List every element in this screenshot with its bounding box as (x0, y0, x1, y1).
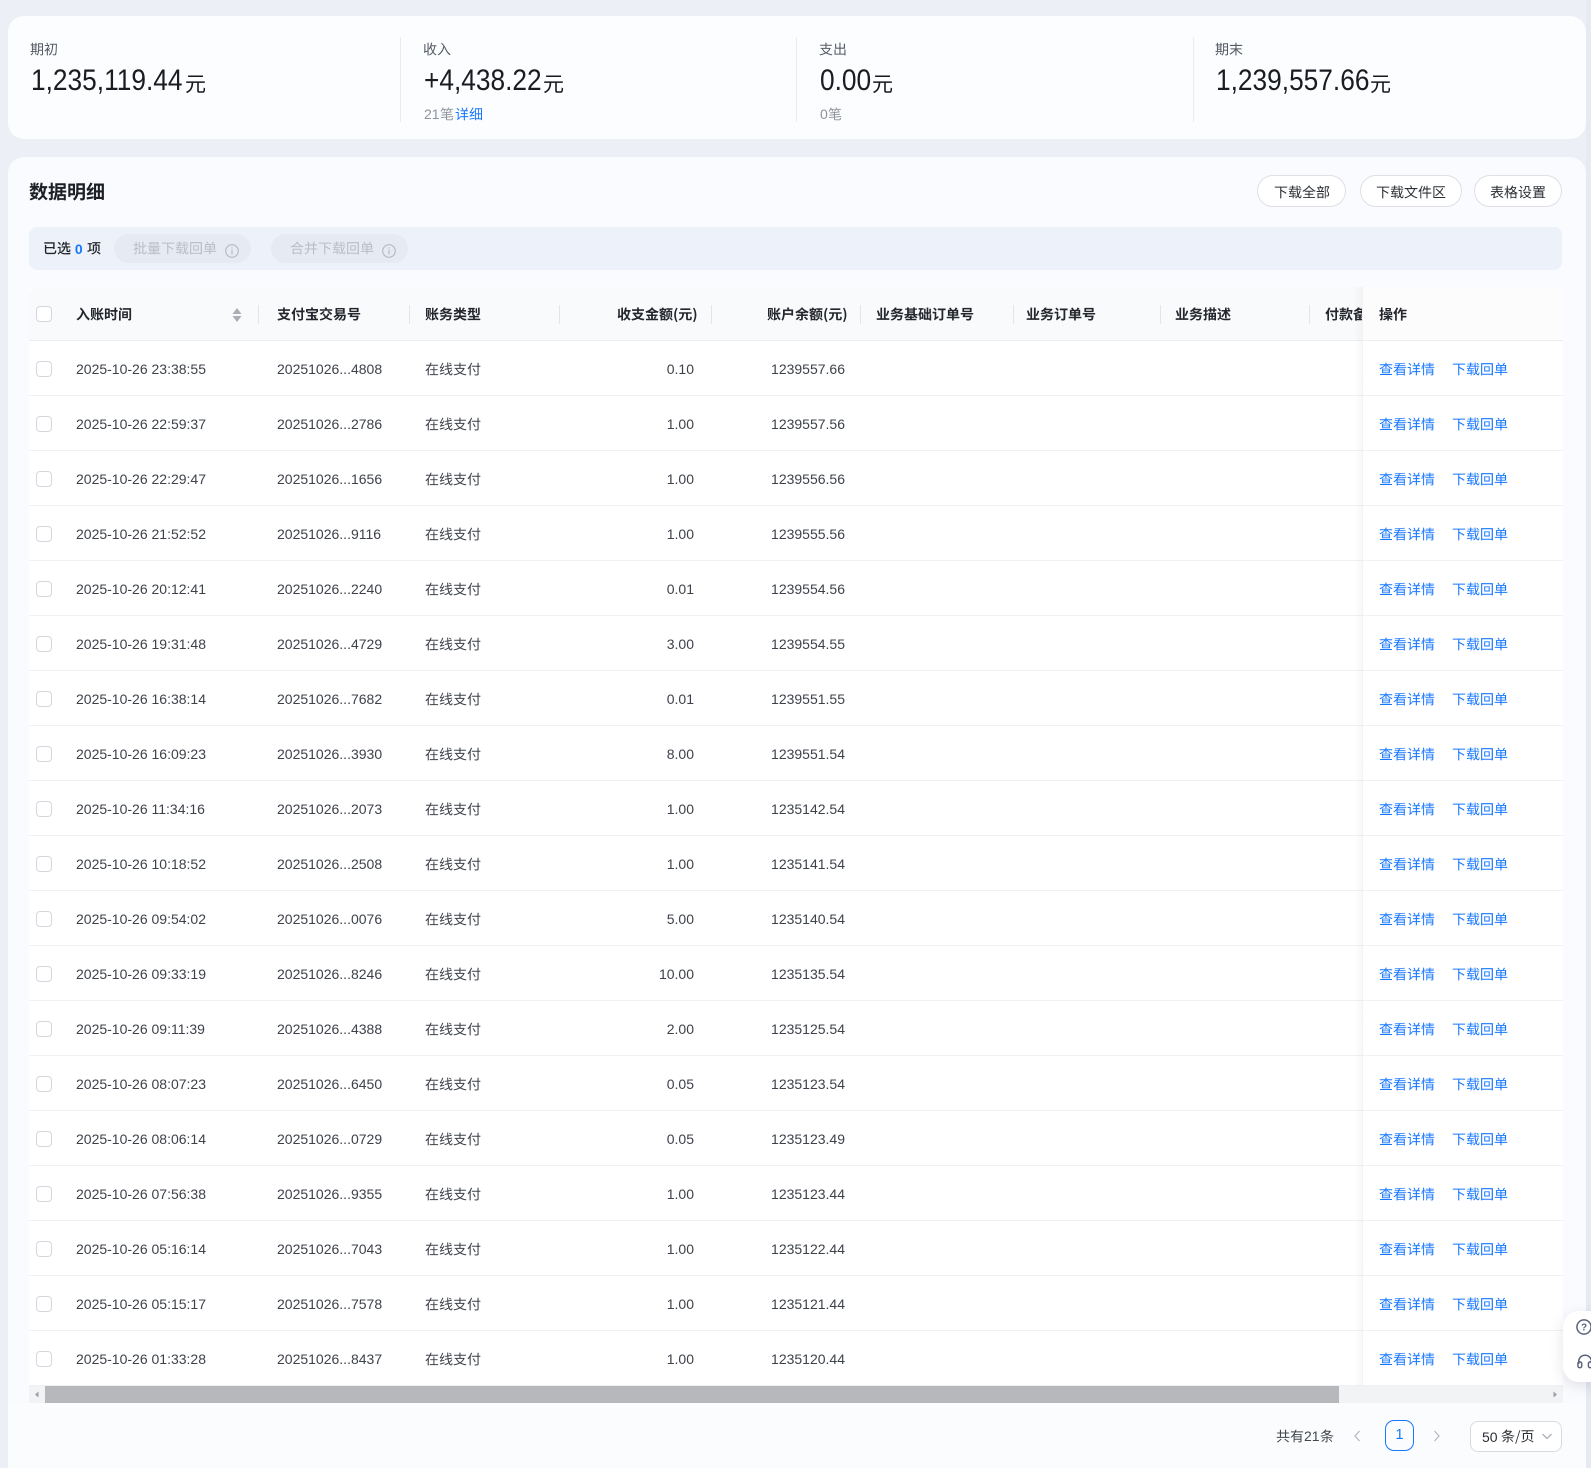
svg-text:?: ? (1581, 1322, 1587, 1333)
